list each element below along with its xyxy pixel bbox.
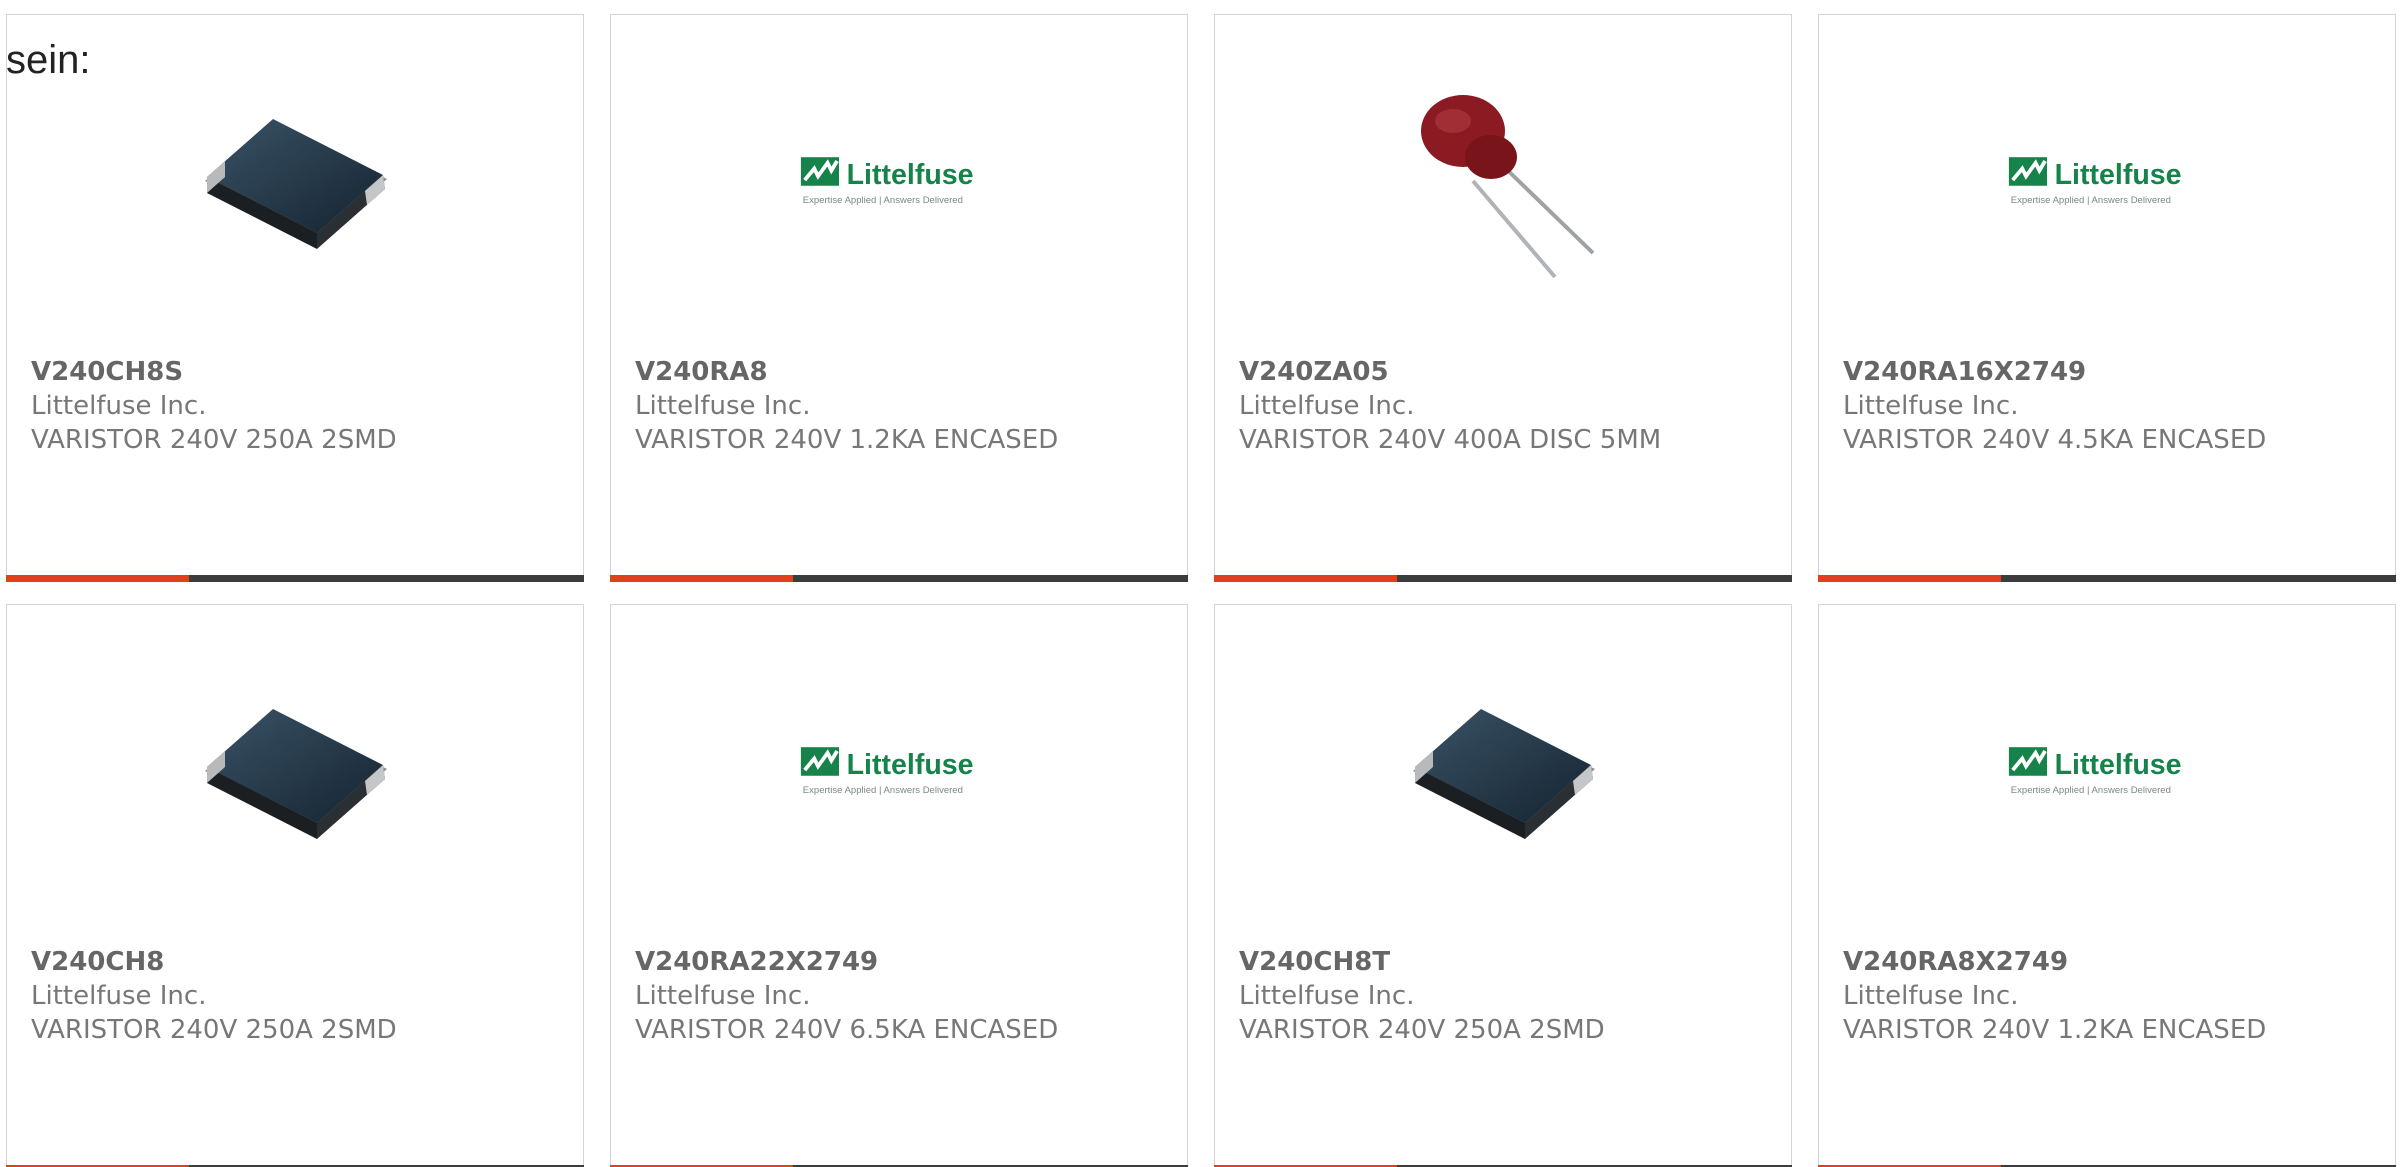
littelfuse-logo[interactable]: Littelfuse Expertise Applied | Answers D… xyxy=(799,81,999,281)
product-description: VARISTOR 240V 1.2KA ENCASED xyxy=(1843,1015,2267,1045)
part-number-link[interactable]: V240RA8X2749 xyxy=(1843,945,2385,979)
part-number-link[interactable]: V240RA16X2749 xyxy=(1843,355,2385,389)
smd-varistor-icon[interactable] xyxy=(195,81,395,281)
logo-brand-text: Littelfuse xyxy=(847,159,974,191)
product-description: VARISTOR 240V 250A 2SMD xyxy=(31,425,397,455)
part-number-link[interactable]: V240CH8T xyxy=(1239,945,1781,979)
manufacturer-name: Littelfuse Inc. xyxy=(1843,981,2019,1011)
manufacturer-name: Littelfuse Inc. xyxy=(1843,391,2019,421)
manufacturer-name: Littelfuse Inc. xyxy=(635,981,811,1011)
part-number-link[interactable]: V240ZA05 xyxy=(1239,355,1781,389)
manufacturer-name: Littelfuse Inc. xyxy=(1239,981,1415,1011)
product-description: VARISTOR 240V 4.5KA ENCASED xyxy=(1843,425,2267,455)
logo-brand-text: Littelfuse xyxy=(2055,749,2182,781)
smd-varistor-icon[interactable] xyxy=(1403,671,1603,871)
disc-varistor-icon[interactable] xyxy=(1403,81,1603,281)
littelfuse-logo[interactable]: Littelfuse Expertise Applied | Answers D… xyxy=(2007,81,2207,281)
logo-brand-text: Littelfuse xyxy=(847,749,974,781)
logo-tagline-text: Expertise Applied | Answers Delivered xyxy=(803,195,963,206)
product-card[interactable]: V240CH8S Littelfuse Inc. VARISTOR 240V 2… xyxy=(6,14,584,582)
smd-varistor-icon[interactable] xyxy=(195,671,395,871)
product-card[interactable]: Littelfuse Expertise Applied | Answers D… xyxy=(1818,14,2396,582)
product-card[interactable]: V240CH8 Littelfuse Inc. VARISTOR 240V 25… xyxy=(6,604,584,1167)
product-description: VARISTOR 240V 6.5KA ENCASED xyxy=(635,1015,1059,1045)
part-number-link[interactable]: V240RA22X2749 xyxy=(635,945,1177,979)
logo-tagline-text: Expertise Applied | Answers Delivered xyxy=(2011,785,2171,796)
logo-tagline-text: Expertise Applied | Answers Delivered xyxy=(2011,195,2171,206)
logo-tagline-text: Expertise Applied | Answers Delivered xyxy=(803,785,963,796)
littelfuse-logo[interactable]: Littelfuse Expertise Applied | Answers D… xyxy=(799,671,999,871)
card-accent-bar xyxy=(6,575,584,582)
card-accent-bar xyxy=(1818,575,2396,582)
manufacturer-name: Littelfuse Inc. xyxy=(31,391,207,421)
manufacturer-name: Littelfuse Inc. xyxy=(31,981,207,1011)
logo-brand-text: Littelfuse xyxy=(2055,159,2182,191)
card-accent-bar xyxy=(1214,575,1792,582)
product-card[interactable]: V240ZA05 Littelfuse Inc. VARISTOR 240V 4… xyxy=(1214,14,1792,582)
product-grid: V240CH8S Littelfuse Inc. VARISTOR 240V 2… xyxy=(6,14,2400,1167)
intro-text: sein: xyxy=(6,38,91,82)
product-card[interactable]: Littelfuse Expertise Applied | Answers D… xyxy=(610,14,1188,582)
part-number-link[interactable]: V240CH8 xyxy=(31,945,573,979)
product-card[interactable]: V240CH8T Littelfuse Inc. VARISTOR 240V 2… xyxy=(1214,604,1792,1167)
product-description: VARISTOR 240V 250A 2SMD xyxy=(1239,1015,1605,1045)
part-number-link[interactable]: V240RA8 xyxy=(635,355,1177,389)
product-description: VARISTOR 240V 400A DISC 5MM xyxy=(1239,425,1662,455)
product-description: VARISTOR 240V 250A 2SMD xyxy=(31,1015,397,1045)
product-description: VARISTOR 240V 1.2KA ENCASED xyxy=(635,425,1059,455)
manufacturer-name: Littelfuse Inc. xyxy=(1239,391,1415,421)
card-accent-bar xyxy=(610,575,1188,582)
product-card[interactable]: Littelfuse Expertise Applied | Answers D… xyxy=(1818,604,2396,1167)
part-number-link[interactable]: V240CH8S xyxy=(31,355,573,389)
product-card[interactable]: Littelfuse Expertise Applied | Answers D… xyxy=(610,604,1188,1167)
littelfuse-logo[interactable]: Littelfuse Expertise Applied | Answers D… xyxy=(2007,671,2207,871)
manufacturer-name: Littelfuse Inc. xyxy=(635,391,811,421)
